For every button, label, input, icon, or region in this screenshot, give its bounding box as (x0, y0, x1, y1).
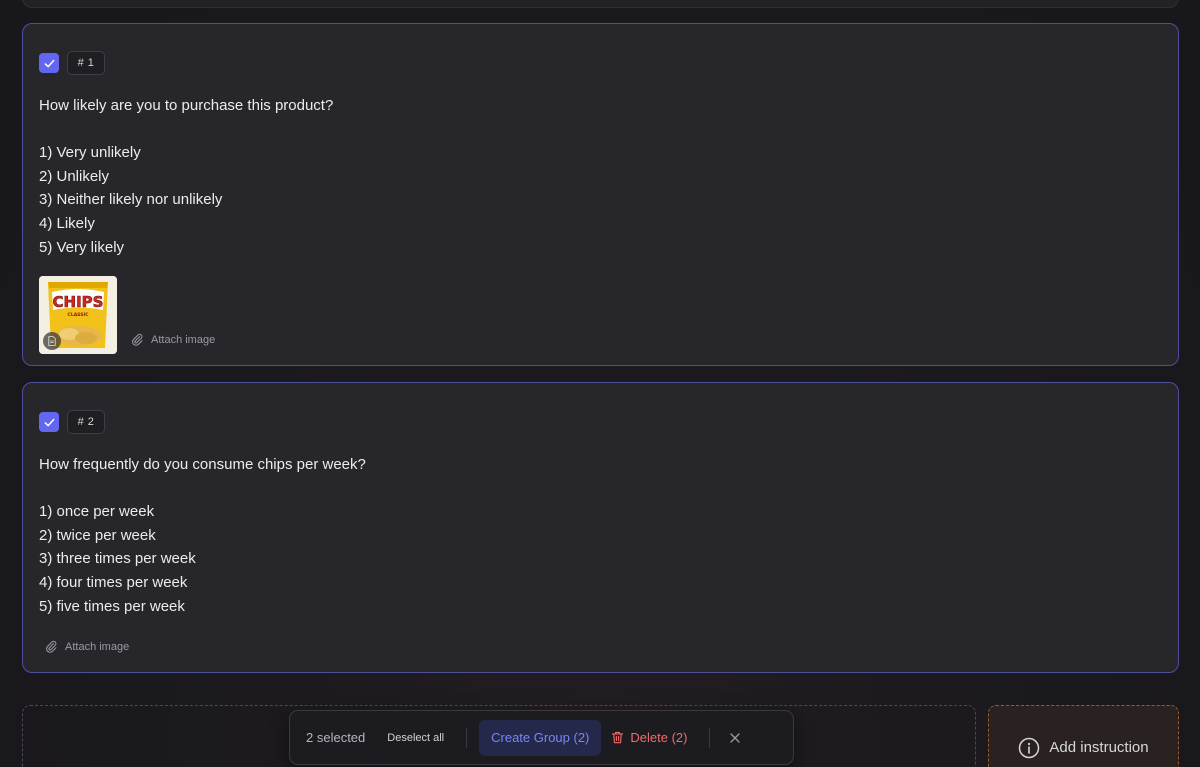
answer-option: 1) Very unlikely (39, 144, 141, 162)
question-card-2[interactable]: # 2 How frequently do you consume chips … (22, 382, 1179, 673)
select-checkbox[interactable] (39, 53, 59, 73)
svg-text:CHIPS: CHIPS (53, 293, 104, 311)
answer-option: 5) five times per week (39, 597, 185, 615)
deselect-all-button[interactable]: Deselect all (387, 732, 444, 744)
answer-option: 1) once per week (39, 503, 155, 521)
question-number-badge: # 2 (67, 410, 105, 434)
answer-option: 4) Likely (39, 214, 95, 232)
product-image-thumbnail[interactable]: CHIPS CLASSIC (39, 276, 117, 354)
select-checkbox[interactable] (39, 412, 59, 432)
close-icon (730, 732, 741, 743)
add-instruction-label: Add instruction (1049, 739, 1149, 756)
add-instruction-button[interactable]: Add instruction (988, 705, 1179, 767)
info-icon (1019, 737, 1040, 759)
close-selection-button[interactable] (730, 732, 741, 743)
delete-label: Delete (2) (630, 730, 688, 745)
question-card-1[interactable]: # 1 How likely are you to purchase this … (22, 23, 1179, 366)
card-header: # 1 (39, 51, 105, 75)
question-text[interactable]: How likely are you to purchase this prod… (39, 94, 1139, 259)
selected-count: 2 selected (306, 730, 366, 745)
question-title: How likely are you to purchase this prod… (39, 97, 334, 114)
check-icon (44, 418, 54, 426)
answer-option: 5) Very likely (39, 238, 125, 256)
attach-image-button[interactable]: Attach image (45, 640, 129, 653)
question-text[interactable]: How frequently do you consume chips per … (39, 453, 1139, 618)
answer-option: 3) three times per week (39, 550, 196, 568)
attach-image-button[interactable]: Attach image (131, 333, 215, 346)
check-icon (44, 59, 54, 67)
divider (466, 727, 468, 748)
create-group-button[interactable]: Create Group (2) (479, 719, 602, 756)
attach-image-label: Attach image (151, 333, 216, 346)
previous-card-edge (22, 0, 1179, 8)
question-title: How frequently do you consume chips per … (39, 456, 366, 473)
answer-option: 2) Unlikely (39, 167, 110, 185)
paperclip-icon (132, 333, 143, 346)
card-header: # 2 (39, 410, 105, 434)
svg-text:CLASSIC: CLASSIC (68, 312, 90, 318)
image-file-icon[interactable] (43, 332, 61, 350)
selection-action-bar: 2 selected Deselect all Create Group (2)… (289, 710, 794, 765)
attach-image-label: Attach image (65, 640, 130, 653)
answer-option: 3) Neither likely nor unlikely (39, 191, 223, 209)
divider (709, 727, 711, 748)
question-number-badge: # 1 (67, 51, 105, 75)
delete-button[interactable]: Delete (2) (611, 730, 687, 745)
answer-option: 4) four times per week (39, 573, 188, 591)
answer-option: 2) twice per week (39, 526, 156, 544)
trash-icon (612, 731, 624, 744)
paperclip-icon (46, 640, 57, 653)
